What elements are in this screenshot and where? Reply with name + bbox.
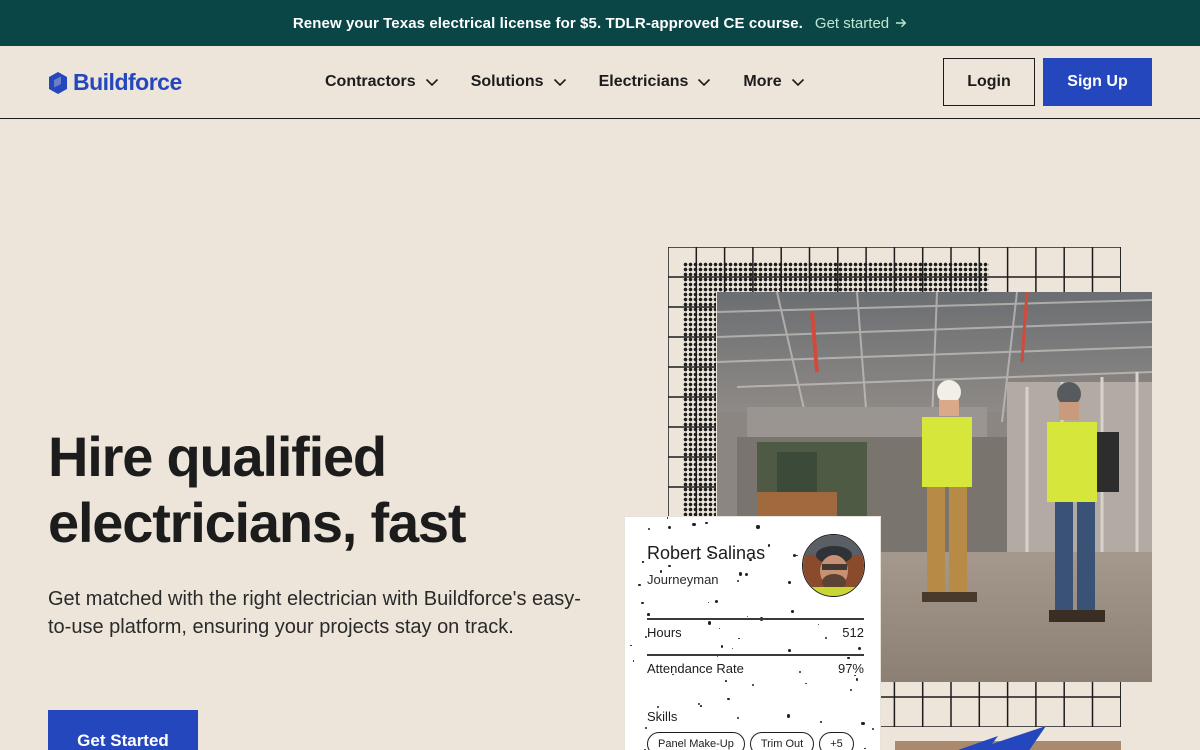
stat-label: Hours <box>647 625 682 640</box>
electrician-profile-card[interactable]: Robert Salinas Journeyman Hours 512 Atte… <box>624 516 881 750</box>
chevron-down-icon <box>698 78 711 86</box>
profile-name: Robert Salinas <box>647 543 766 563</box>
chevron-down-icon <box>791 78 804 86</box>
hero-subtitle: Get matched with the right electrician w… <box>48 588 581 638</box>
login-button[interactable]: Login <box>943 58 1035 106</box>
skill-pill[interactable]: Trim Out <box>749 732 815 750</box>
stat-value: 512 <box>842 625 864 640</box>
speck <box>756 525 760 529</box>
speck <box>667 564 671 568</box>
announcement-banner: Renew your Texas electrical license for … <box>0 0 1200 46</box>
speck <box>796 554 798 557</box>
nav-solutions[interactable]: Solutions <box>471 73 567 91</box>
speck <box>716 656 718 658</box>
speck <box>847 656 850 659</box>
speck <box>638 583 641 586</box>
speck <box>714 600 718 604</box>
get-started-button[interactable]: Get Started <box>48 710 198 750</box>
banner-cta-label: Get started <box>814 14 890 32</box>
speck <box>791 610 794 613</box>
skill-pill[interactable]: Panel Make-Up <box>647 732 745 750</box>
stat-label: Attendance Rate <box>647 661 744 676</box>
speck <box>656 705 660 708</box>
speck <box>751 684 754 687</box>
main-nav: Contractors Solutions Electricians More <box>325 46 837 118</box>
stat-value: 97% <box>837 661 864 676</box>
stat-row-attendance: Attendance Rate 97% <box>647 661 864 676</box>
stat-row-hours: Hours 512 <box>647 625 864 640</box>
speck <box>768 544 771 547</box>
speck <box>705 522 708 525</box>
speck <box>864 747 866 749</box>
skills-label: Skills <box>647 709 678 724</box>
speck <box>736 716 740 719</box>
hero-title: Hire qualified electricians, fast <box>48 424 608 556</box>
speck <box>850 688 853 691</box>
speck <box>647 613 650 616</box>
speck <box>856 678 859 681</box>
speck <box>731 647 734 650</box>
speck <box>787 580 791 584</box>
speck <box>630 644 632 647</box>
brand-logo[interactable]: Buildforce <box>48 69 182 96</box>
speck <box>666 517 669 519</box>
divider <box>647 654 864 656</box>
speck <box>820 721 823 723</box>
sign-up-button[interactable]: Sign Up <box>1043 58 1152 106</box>
speck <box>644 726 647 729</box>
nav-more[interactable]: More <box>743 73 804 91</box>
speck <box>871 727 874 730</box>
speck <box>700 705 703 707</box>
brand-wordmark: Buildforce <box>73 69 182 95</box>
chevron-down-icon <box>425 78 438 86</box>
avatar-image <box>803 535 864 596</box>
speck <box>725 680 727 682</box>
nav-electricians[interactable]: Electricians <box>599 73 712 91</box>
nav-label: More <box>743 73 782 90</box>
nav-contractors[interactable]: Contractors <box>325 73 439 91</box>
skills-list: Panel Make-Up Trim Out +5 <box>647 732 854 750</box>
speck <box>641 601 644 604</box>
speck <box>738 572 743 576</box>
hero-title-line-2: electricians, fast <box>48 491 466 554</box>
speck <box>861 721 865 726</box>
lightning-bolt-icon <box>958 726 1046 750</box>
avatar <box>802 534 865 597</box>
speck <box>858 646 862 650</box>
hexagon-logo-icon <box>49 71 67 94</box>
hero-title-line-1: Hire qualified <box>48 425 387 488</box>
speck <box>642 561 644 563</box>
speck <box>786 714 791 718</box>
speck <box>697 702 700 705</box>
speck <box>746 615 749 617</box>
divider <box>647 618 864 620</box>
speck <box>745 573 749 577</box>
speck <box>668 525 672 529</box>
chevron-down-icon <box>553 78 566 86</box>
skill-more-pill[interactable]: +5 <box>819 732 854 750</box>
arrow-right-icon <box>896 18 907 28</box>
banner-message: Renew your Texas electrical license for … <box>292 14 803 32</box>
nav-label: Solutions <box>470 73 544 90</box>
speck <box>788 648 792 652</box>
speck <box>737 579 740 582</box>
speck <box>805 683 807 685</box>
speck <box>793 553 797 558</box>
speck <box>707 602 709 604</box>
site-header: Buildforce Contractors Solutions Electri… <box>0 46 1200 119</box>
speck <box>721 645 724 648</box>
banner-get-started-link[interactable]: Get started <box>815 15 907 32</box>
profile-role: Journeyman <box>647 572 719 587</box>
speck <box>727 697 730 701</box>
nav-label: Electricians <box>598 73 689 90</box>
nav-label: Contractors <box>325 73 416 90</box>
speck <box>632 659 635 662</box>
speck <box>647 528 651 531</box>
speck <box>692 522 696 527</box>
